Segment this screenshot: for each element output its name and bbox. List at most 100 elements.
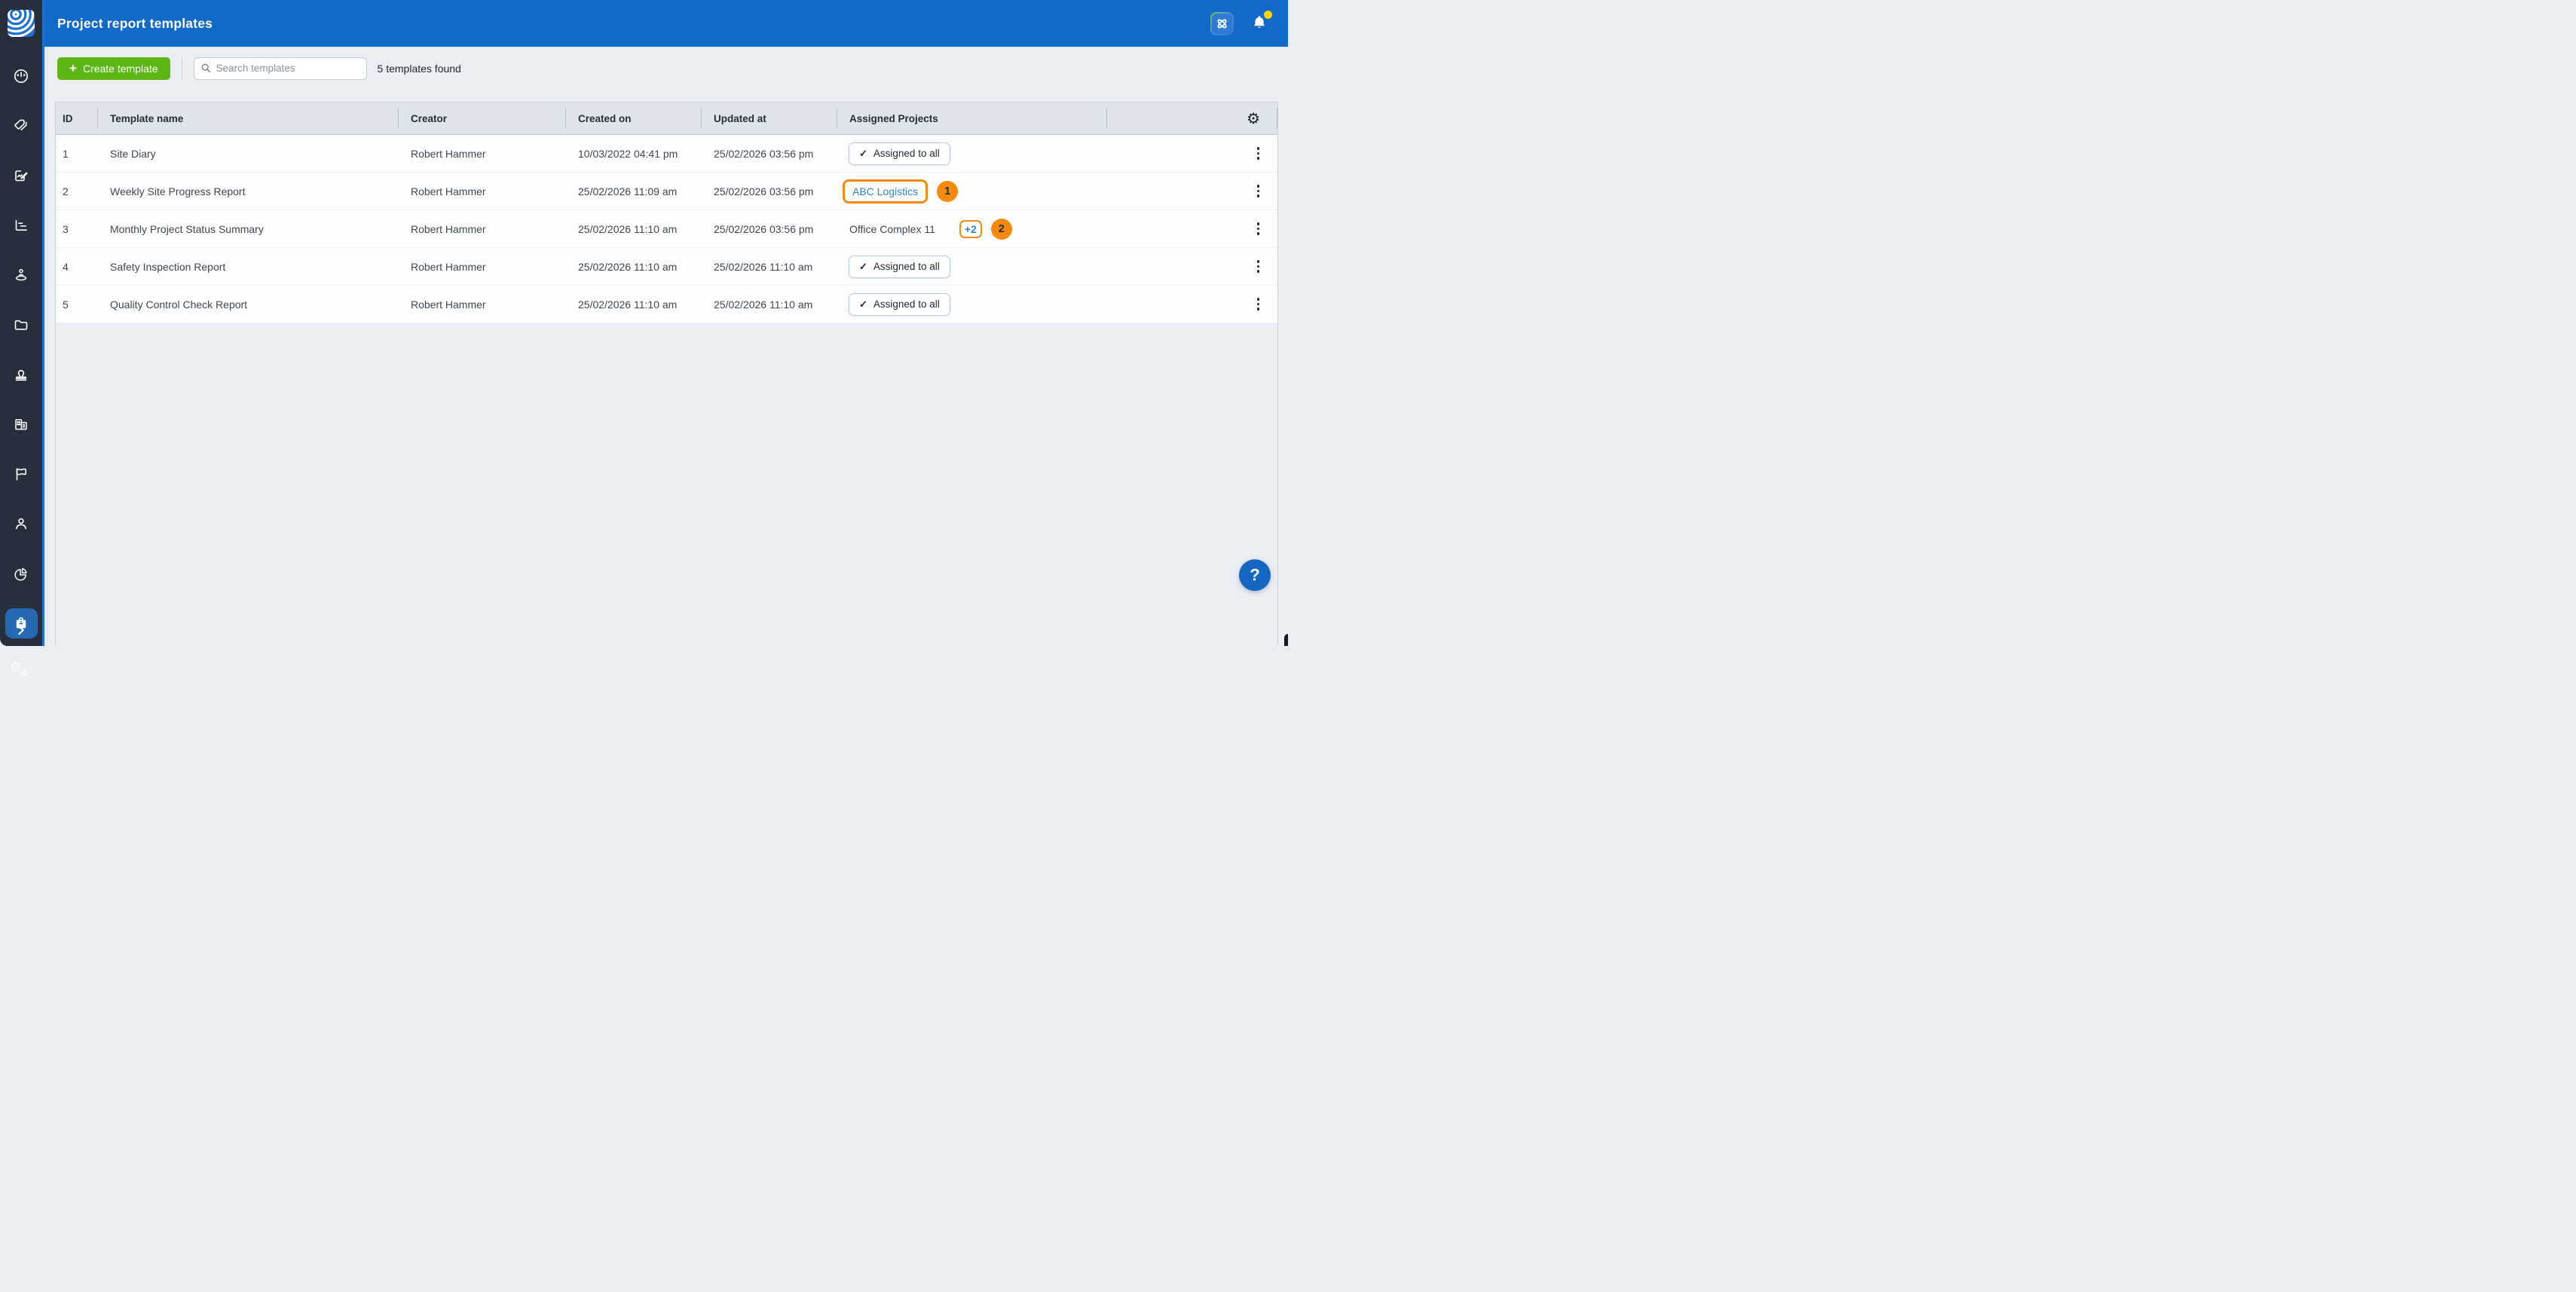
cell-updated-at: 25/02/2026 03:56 pm [702, 210, 837, 247]
row-menu-kebab-icon[interactable] [1251, 256, 1266, 277]
pie-chart-icon [13, 565, 29, 582]
cell-actions [1107, 286, 1277, 323]
cell-assigned-projects: ABC Logistics 1 [837, 173, 1107, 210]
row-menu-kebab-icon[interactable] [1251, 293, 1266, 315]
assigned-to-all-button[interactable]: ✓ Assigned to all [849, 142, 950, 165]
annotation-box-2: +2 [959, 220, 982, 238]
assigned-project-name: Office Complex 11 [849, 223, 935, 235]
cell-assigned-projects: Office Complex 11 +2 2 [837, 210, 1107, 247]
assigned-to-all-label: Assigned to all [873, 299, 940, 310]
sidebar-item-tags[interactable] [5, 111, 38, 141]
annotation-marker-2: 2 [991, 219, 1012, 240]
cell-assigned-projects: ✓ Assigned to all [837, 286, 1107, 323]
column-header-created-on[interactable]: Created on [566, 103, 702, 134]
sidebar-item-reports[interactable] [5, 210, 38, 240]
cell-updated-at: 25/02/2026 11:10 am [702, 286, 837, 323]
table-row[interactable]: 1 Site Diary Robert Hammer 10/03/2022 04… [56, 135, 1277, 173]
sidebar-item-statistics[interactable] [5, 559, 38, 589]
assigned-to-all-label: Assigned to all [873, 148, 940, 159]
cell-actions [1107, 173, 1277, 210]
column-header-template-name[interactable]: Template name [98, 103, 399, 134]
cell-template-name: Site Diary [98, 135, 399, 172]
assigned-to-all-label: Assigned to all [873, 261, 940, 272]
search-input[interactable] [216, 63, 360, 74]
create-template-label: Create template [83, 63, 158, 75]
cell-template-name: Weekly Site Progress Report [98, 173, 399, 210]
app-logo[interactable] [8, 10, 35, 37]
assigned-project-link[interactable]: ABC Logistics [852, 185, 918, 197]
sidebar-item-flags[interactable] [5, 459, 38, 489]
page-title: Project report templates [57, 16, 213, 32]
cell-creator: Robert Hammer [399, 173, 566, 210]
sidebar-item-dashboard[interactable] [5, 61, 38, 91]
chevron-right-icon [14, 623, 28, 637]
sidebar-expand-button[interactable] [0, 623, 42, 637]
sidebar-item-users[interactable] [5, 509, 38, 539]
templates-table: ID Template name Creator Created on Upda… [55, 102, 1278, 646]
cell-actions [1107, 135, 1277, 172]
cell-template-name: Monthly Project Status Summary [98, 210, 399, 247]
tags-icon [13, 118, 29, 134]
table-row[interactable]: 2 Weekly Site Progress Report Robert Ham… [56, 173, 1277, 210]
sidebar-nav: ⚙ ⚙ [5, 61, 38, 688]
form-signature-icon [13, 167, 29, 184]
topbar: Project report templates [44, 0, 1288, 47]
table-settings-gear-icon[interactable]: ⚙ [1247, 111, 1260, 126]
annotation-marker-1: 1 [937, 181, 958, 202]
row-menu-kebab-icon[interactable] [1251, 218, 1266, 240]
cell-actions [1107, 248, 1277, 285]
sidebar-item-presence[interactable] [5, 260, 38, 290]
report-chart-icon [13, 217, 29, 234]
search-icon [200, 63, 212, 74]
cell-template-name: Quality Control Check Report [98, 286, 399, 323]
stamp-icon [13, 366, 29, 383]
apps-launcher-button[interactable] [1210, 12, 1234, 35]
person-location-icon [13, 267, 29, 283]
screen-corner-overlay [1284, 634, 1288, 646]
table-row[interactable]: 4 Safety Inspection Report Robert Hammer… [56, 248, 1277, 286]
column-header-assigned-projects[interactable]: Assigned Projects [837, 103, 1107, 134]
cell-id: 1 [56, 135, 98, 172]
sidebar-item-companies[interactable] [5, 409, 38, 439]
cell-created-on: 25/02/2026 11:10 am [566, 210, 702, 247]
row-menu-kebab-icon[interactable] [1251, 180, 1266, 202]
cell-created-on: 25/02/2026 11:09 am [566, 173, 702, 210]
create-template-button[interactable]: + Create template [57, 57, 170, 80]
cell-id: 2 [56, 173, 98, 210]
cell-creator: Robert Hammer [399, 248, 566, 285]
more-projects-badge[interactable]: +2 [965, 223, 977, 235]
search-box [194, 57, 367, 80]
table-row[interactable]: 3 Monthly Project Status Summary Robert … [56, 210, 1277, 248]
help-icon: ? [1250, 565, 1259, 585]
sidebar: ⚙ ⚙ [0, 0, 42, 646]
topbar-actions [1210, 12, 1270, 35]
main-content: + Create template 5 templates found ID T… [44, 47, 1288, 646]
help-button[interactable]: ? [1239, 559, 1271, 591]
table-row[interactable]: 5 Quality Control Check Report Robert Ha… [56, 286, 1277, 323]
cell-created-on: 25/02/2026 11:10 am [566, 286, 702, 323]
column-header-updated-at[interactable]: Updated at [702, 103, 837, 134]
assigned-to-all-button[interactable]: ✓ Assigned to all [849, 293, 950, 316]
company-buildings-icon [13, 416, 29, 433]
assigned-to-all-button[interactable]: ✓ Assigned to all [849, 256, 950, 278]
folder-icon [13, 317, 29, 333]
cell-creator: Robert Hammer [399, 135, 566, 172]
column-header-creator[interactable]: Creator [399, 103, 566, 134]
cell-updated-at: 25/02/2026 03:56 pm [702, 173, 837, 210]
sidebar-item-forms[interactable] [5, 161, 38, 191]
column-header-id[interactable]: ID [56, 103, 98, 134]
plus-icon: + [69, 62, 77, 75]
cell-id: 4 [56, 248, 98, 285]
cell-created-on: 10/03/2022 04:41 pm [566, 135, 702, 172]
sidebar-item-projects[interactable] [5, 310, 38, 340]
notifications-button[interactable] [1250, 14, 1270, 33]
cell-assigned-projects: ✓ Assigned to all [837, 248, 1107, 285]
settings-gears-icon: ⚙ ⚙ [11, 664, 31, 682]
row-menu-kebab-icon[interactable] [1251, 142, 1266, 164]
sidebar-item-approvals[interactable] [5, 360, 38, 390]
sidebar-item-settings[interactable]: ⚙ ⚙ [5, 658, 38, 688]
cell-id: 5 [56, 286, 98, 323]
cell-creator: Robert Hammer [399, 286, 566, 323]
flag-icon [13, 466, 29, 482]
notification-badge [1264, 11, 1272, 19]
